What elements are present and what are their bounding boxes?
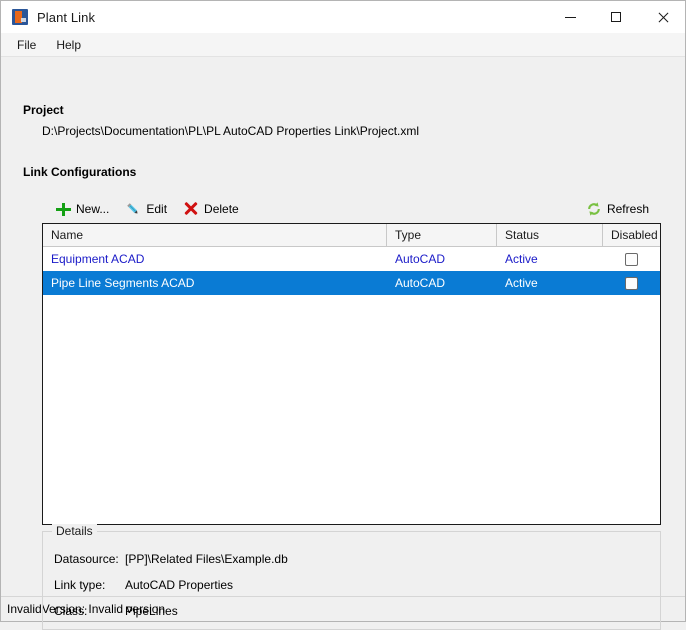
- menu-item-file[interactable]: File: [7, 35, 46, 55]
- app-icon: [12, 9, 28, 25]
- close-button[interactable]: [639, 1, 685, 33]
- toolbar-right-group: Refresh: [580, 196, 659, 222]
- link-configurations-table[interactable]: Name Type Status Disabled Equipment ACAD…: [42, 223, 661, 525]
- plus-icon: [55, 201, 71, 217]
- cell-disabled: [603, 247, 660, 271]
- maximize-icon: [611, 12, 621, 22]
- delete-button-label: Delete: [204, 202, 239, 216]
- table-row[interactable]: Equipment ACAD AutoCAD Active: [43, 247, 660, 271]
- menu-item-help[interactable]: Help: [46, 35, 91, 55]
- menu-bar: File Help: [1, 33, 685, 57]
- minimize-icon: [564, 16, 576, 18]
- cell-name: Equipment ACAD: [51, 252, 145, 266]
- column-header-disabled[interactable]: Disabled: [603, 224, 660, 246]
- title-bar: Plant Link: [1, 1, 685, 33]
- column-header-name[interactable]: Name: [43, 224, 387, 246]
- link-configurations-toolbar: New... Edit Delete Refresh: [42, 196, 661, 222]
- link-configurations-heading: Link Configurations: [23, 165, 137, 179]
- disabled-checkbox[interactable]: [625, 276, 638, 290]
- toolbar-left-group: New... Edit Delete: [49, 196, 249, 222]
- cell-disabled: [603, 271, 660, 295]
- edit-button-label: Edit: [146, 202, 168, 216]
- column-header-type[interactable]: Type: [387, 224, 497, 246]
- table-header-row: Name Type Status Disabled: [43, 224, 660, 247]
- refresh-icon: [586, 201, 602, 217]
- link-type-label: Link type:: [54, 578, 106, 592]
- cell-type: AutoCAD: [395, 276, 446, 290]
- minimize-button[interactable]: [547, 1, 593, 33]
- app-window: Plant Link File Help Project D:\Projects…: [0, 0, 686, 630]
- new-button[interactable]: New...: [49, 198, 115, 220]
- details-legend: Details: [52, 524, 97, 538]
- refresh-button[interactable]: Refresh: [580, 198, 655, 220]
- maximize-button[interactable]: [593, 1, 639, 33]
- cell-name: Pipe Line Segments ACAD: [51, 276, 195, 290]
- delete-button[interactable]: Delete: [177, 198, 245, 220]
- project-heading: Project: [23, 103, 64, 117]
- datasource-value: [PP]\Related Files\Example.db: [125, 552, 288, 566]
- class-value: PipeLines: [125, 604, 178, 618]
- new-button-label: New...: [76, 202, 110, 216]
- close-icon: [657, 12, 668, 23]
- table-row[interactable]: Pipe Line Segments ACAD AutoCAD Active: [43, 271, 660, 295]
- cell-status: Active: [505, 252, 538, 266]
- cell-type: AutoCAD: [395, 252, 446, 266]
- column-header-status[interactable]: Status: [497, 224, 603, 246]
- x-icon: [183, 201, 199, 217]
- details-panel: Details Datasource: [PP]\Related Files\E…: [42, 524, 661, 630]
- link-type-value: AutoCAD Properties: [125, 578, 234, 592]
- disabled-checkbox[interactable]: [625, 252, 638, 266]
- project-path: D:\Projects\Documentation\PL\PL AutoCAD …: [42, 124, 420, 138]
- datasource-label: Datasource:: [54, 552, 119, 566]
- refresh-button-label: Refresh: [606, 202, 649, 216]
- class-label: Class:: [54, 604, 88, 618]
- edit-button[interactable]: Edit: [119, 198, 173, 220]
- pencil-icon: [125, 201, 141, 217]
- window-title: Plant Link: [37, 9, 96, 25]
- cell-status: Active: [505, 276, 538, 290]
- window-controls: [547, 1, 685, 33]
- main-content: Project D:\Projects\Documentation\PL\PL …: [1, 57, 685, 630]
